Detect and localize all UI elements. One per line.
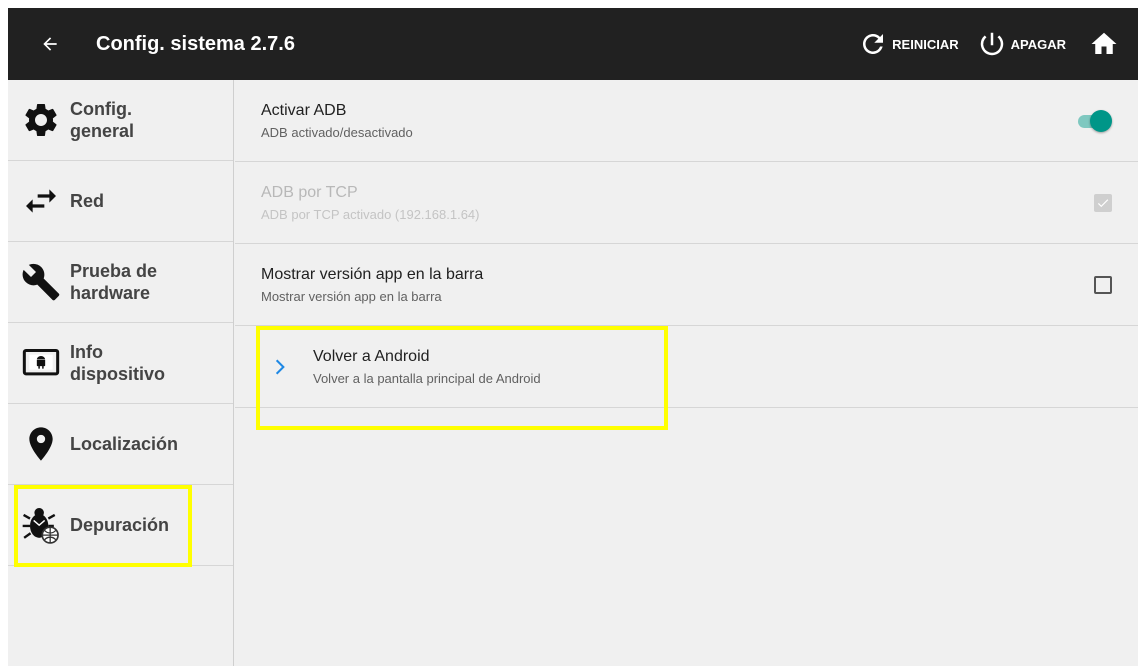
highlight-box [14, 485, 192, 567]
shutdown-button[interactable]: APAGAR [977, 8, 1066, 80]
tablet-android-icon [18, 340, 64, 386]
setting-row-adb-tcp: ADB por TCP ADB por TCP activado (192.16… [235, 162, 1138, 244]
arrow-back-icon [43, 37, 57, 51]
adb-tcp-checkbox [1094, 193, 1112, 212]
setting-subtitle: ADB activado/desactivado [261, 124, 413, 140]
sidebar-item-device-info[interactable]: Info dispositivo [8, 323, 233, 404]
sidebar-item-label: Localización [70, 434, 179, 454]
swap-arrows-icon [18, 178, 64, 224]
home-button[interactable] [1084, 8, 1124, 80]
shutdown-label: APAGAR [1010, 36, 1066, 52]
sidebar-item-label: Prueba de hardware [70, 261, 158, 303]
setting-row-enable-adb[interactable]: Activar ADB ADB activado/desactivado [235, 80, 1138, 162]
sidebar-item-location[interactable]: Localización [8, 404, 233, 485]
screen: Config. sistema 2.7.6 REINICIAR APAGAR C… [0, 0, 1138, 666]
setting-title: Activar ADB [261, 101, 347, 119]
settings-app: Config. sistema 2.7.6 REINICIAR APAGAR C… [8, 8, 1138, 666]
adb-toggle[interactable] [1076, 109, 1112, 132]
settings-list: Activar ADB ADB activado/desactivado ADB… [235, 80, 1138, 666]
sidebar-item-label: Config. general [70, 99, 135, 141]
location-pin-icon [18, 421, 64, 467]
setting-row-show-app-version[interactable]: Mostrar versión app en la barra Mostrar … [235, 244, 1138, 326]
sidebar-item-label: Info dispositivo [70, 342, 166, 384]
restart-label: REINICIAR [892, 36, 959, 52]
setting-title: ADB por TCP [261, 183, 358, 201]
setting-subtitle: ADB por TCP activado (192.168.1.64) [261, 206, 480, 222]
sidebar-item-general[interactable]: Config. general [8, 80, 233, 161]
gear-icon [18, 97, 64, 143]
sidebar-item-hardware-test[interactable]: Prueba de hardware [8, 242, 233, 323]
back-button[interactable] [20, 8, 80, 80]
wrench-icon [18, 259, 64, 305]
restart-button[interactable]: REINICIAR [858, 8, 959, 80]
sidebar: Config. general Red Prueba de hardware I… [8, 80, 234, 666]
sidebar-item-network[interactable]: Red [8, 161, 233, 242]
refresh-icon [863, 34, 884, 54]
highlight-box [256, 326, 668, 430]
power-icon [980, 32, 1003, 56]
page-title: Config. sistema 2.7.6 [96, 32, 295, 55]
show-version-checkbox[interactable] [1094, 275, 1112, 294]
setting-subtitle: Mostrar versión app en la barra [261, 288, 442, 304]
check-icon [1097, 198, 1109, 207]
sidebar-item-label: Red [70, 191, 105, 211]
home-icon [1091, 32, 1117, 54]
setting-title: Mostrar versión app en la barra [261, 265, 484, 283]
top-app-bar: Config. sistema 2.7.6 REINICIAR APAGAR [8, 8, 1138, 80]
